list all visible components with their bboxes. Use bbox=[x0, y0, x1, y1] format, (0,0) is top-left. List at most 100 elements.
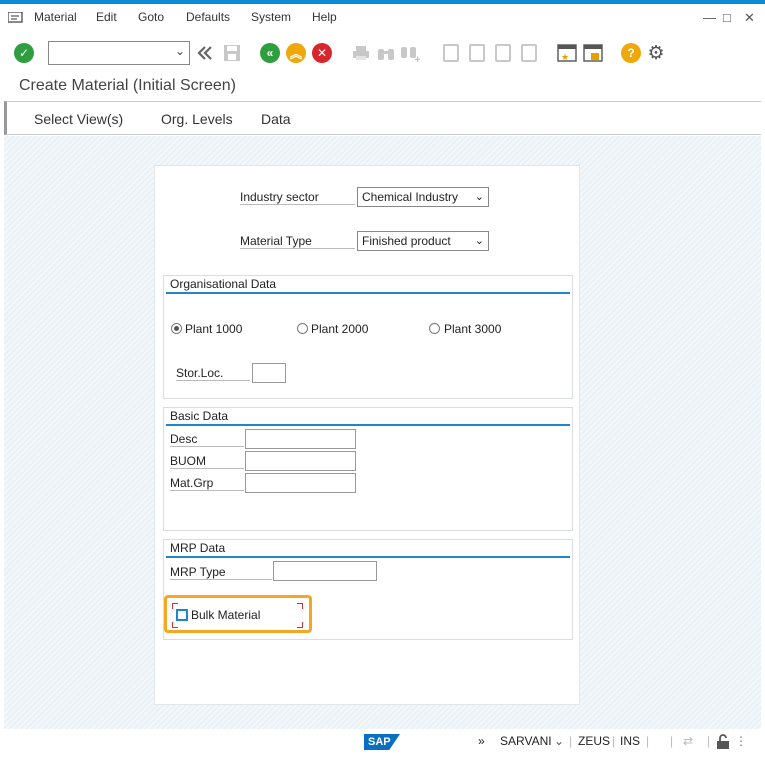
status-separator: | bbox=[707, 734, 711, 748]
plant-3000-radio[interactable] bbox=[429, 323, 440, 334]
print-icon bbox=[353, 46, 369, 60]
plant-1000-label: Plant 1000 bbox=[185, 322, 243, 336]
stor-loc-input[interactable] bbox=[252, 363, 286, 383]
back-icon: « bbox=[260, 43, 280, 63]
buom-input[interactable] bbox=[245, 451, 356, 471]
create-session-button[interactable]: ★ bbox=[556, 42, 578, 64]
focus-corner bbox=[297, 622, 303, 628]
status-user[interactable]: SARVANI bbox=[500, 734, 552, 748]
transfer-icon: ⇄ bbox=[683, 734, 694, 748]
back-button[interactable]: « bbox=[259, 42, 281, 64]
chevron-down-icon: ⌄ bbox=[474, 235, 484, 247]
svg-text:+: + bbox=[414, 55, 420, 62]
industry-sector-select[interactable]: Chemical Industry ⌄ bbox=[357, 187, 489, 207]
first-page-icon bbox=[443, 44, 459, 62]
bulk-material-checkbox[interactable] bbox=[176, 609, 188, 621]
menu-icon[interactable] bbox=[8, 12, 24, 24]
first-page-button[interactable] bbox=[440, 42, 462, 64]
next-page-icon bbox=[495, 44, 511, 62]
cancel-icon: ✕ bbox=[312, 43, 332, 63]
find-button[interactable] bbox=[375, 42, 397, 64]
chevron-down-icon: ⌄ bbox=[474, 191, 484, 203]
command-field[interactable]: ⌄ bbox=[48, 41, 190, 65]
desc-input[interactable] bbox=[245, 429, 356, 449]
cancel-button[interactable]: ✕ bbox=[311, 42, 333, 64]
plant-2000-label: Plant 2000 bbox=[311, 322, 369, 336]
settings-button[interactable]: ⚙ bbox=[645, 42, 667, 64]
exit-icon: ︽ bbox=[286, 43, 306, 63]
save-button[interactable] bbox=[221, 42, 243, 64]
basic-data-title: Basic Data bbox=[170, 409, 229, 423]
mat-grp-input[interactable] bbox=[245, 473, 356, 493]
industry-sector-label: Industry sector bbox=[240, 190, 355, 205]
application-toolbar: Select View(s) Org. Levels Data bbox=[4, 101, 761, 135]
menu-item-material[interactable]: Material bbox=[34, 10, 77, 24]
bulk-material-label: Bulk Material bbox=[191, 608, 261, 622]
print-button[interactable] bbox=[350, 42, 372, 64]
status-system: ZEUS bbox=[578, 734, 611, 748]
data-button[interactable]: Data bbox=[261, 111, 291, 127]
status-more-button[interactable]: » bbox=[478, 734, 485, 748]
material-type-label: Material Type bbox=[240, 234, 355, 249]
shortcut-button[interactable] bbox=[582, 42, 604, 64]
group-divider bbox=[166, 556, 570, 558]
org-data-title: Organisational Data bbox=[170, 277, 277, 291]
previous-page-button[interactable] bbox=[466, 42, 488, 64]
previous-page-icon bbox=[469, 44, 485, 62]
status-separator: | bbox=[569, 734, 573, 748]
plant-2000-radio[interactable] bbox=[297, 323, 308, 334]
next-page-button[interactable] bbox=[492, 42, 514, 64]
mrp-type-input[interactable] bbox=[273, 561, 377, 581]
create-session-icon: ★ bbox=[557, 44, 577, 62]
maximize-button[interactable]: □ bbox=[723, 10, 731, 25]
status-separator: | bbox=[670, 734, 674, 748]
menu-bar: Material Edit Goto Defaults System Help … bbox=[0, 4, 765, 32]
plant-1000-radio[interactable] bbox=[171, 323, 182, 334]
basic-data-group: Basic Data bbox=[163, 407, 573, 531]
back-double-button[interactable] bbox=[194, 42, 216, 64]
mrp-type-label: MRP Type bbox=[170, 565, 272, 580]
help-button[interactable]: ? bbox=[620, 42, 642, 64]
exit-button[interactable]: ︽ bbox=[285, 42, 307, 64]
group-divider bbox=[166, 424, 570, 426]
group-divider bbox=[166, 292, 570, 294]
focus-corner bbox=[297, 603, 303, 609]
find-next-icon: + bbox=[401, 47, 420, 62]
status-menu-button[interactable]: ⋮ bbox=[735, 734, 747, 748]
save-icon bbox=[224, 45, 240, 61]
buom-label: BUOM bbox=[170, 454, 244, 469]
industry-sector-value: Chemical Industry bbox=[362, 190, 459, 204]
page-title: Create Material (Initial Screen) bbox=[19, 77, 236, 94]
close-window-button[interactable]: ✕ bbox=[744, 10, 755, 26]
last-page-icon bbox=[521, 44, 537, 62]
org-levels-button[interactable]: Org. Levels bbox=[161, 111, 233, 127]
material-type-value: Finished product bbox=[362, 234, 451, 248]
select-views-button[interactable]: Select View(s) bbox=[34, 111, 123, 127]
svg-text:★: ★ bbox=[561, 53, 569, 62]
chevron-down-icon[interactable]: ⌄ bbox=[175, 44, 185, 58]
minimize-button[interactable]: — bbox=[703, 10, 716, 25]
material-type-select[interactable]: Finished product ⌄ bbox=[357, 231, 489, 251]
help-icon: ? bbox=[621, 43, 641, 63]
menu-item-goto[interactable]: Goto bbox=[138, 10, 164, 24]
stor-loc-label: Stor.Loc. bbox=[176, 366, 250, 381]
menu-item-system[interactable]: System bbox=[251, 10, 291, 24]
shortcut-icon bbox=[583, 44, 603, 62]
back-double-icon bbox=[197, 46, 212, 60]
status-separator: | bbox=[612, 734, 616, 748]
chevron-down-icon[interactable]: ⌄ bbox=[554, 734, 564, 748]
mat-grp-label: Mat.Grp bbox=[170, 476, 244, 491]
focus-corner bbox=[172, 622, 178, 628]
plant-3000-label: Plant 3000 bbox=[444, 322, 502, 336]
last-page-button[interactable] bbox=[518, 42, 540, 64]
status-mode[interactable]: INS bbox=[620, 734, 640, 748]
menu-item-defaults[interactable]: Defaults bbox=[186, 10, 230, 24]
find-next-button[interactable]: + bbox=[399, 42, 421, 64]
desc-label: Desc bbox=[170, 432, 244, 447]
enter-button[interactable]: ✓ bbox=[13, 42, 35, 64]
find-icon bbox=[378, 49, 394, 60]
menu-item-edit[interactable]: Edit bbox=[96, 10, 117, 24]
menu-item-help[interactable]: Help bbox=[312, 10, 337, 24]
enter-icon: ✓ bbox=[14, 43, 34, 63]
lock-icon[interactable] bbox=[716, 734, 730, 750]
